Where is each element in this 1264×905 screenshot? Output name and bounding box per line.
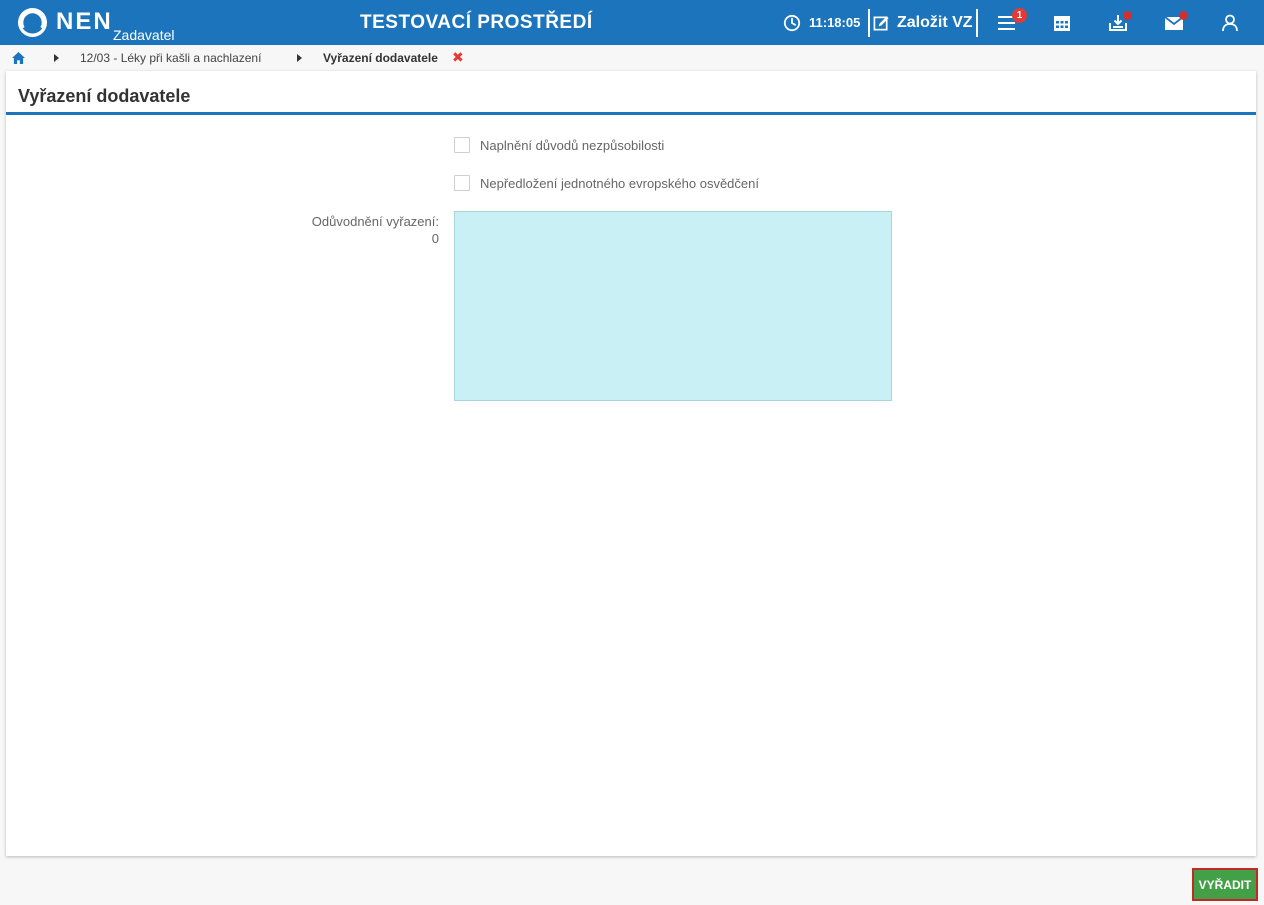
home-icon[interactable]: [12, 52, 25, 64]
brand-role: Zadavatel: [113, 27, 175, 43]
breadcrumb-item-contract[interactable]: 12/03 - Léky při kašli a nachlazení: [80, 51, 261, 65]
reason-character-count: 0: [431, 231, 439, 246]
edit-icon: [873, 15, 889, 30]
top-bar: NEN Zadavatel TESTOVACÍ PROSTŘEDÍ 11:18:…: [0, 0, 1264, 45]
calendar-icon: [1054, 16, 1070, 31]
calendar-button[interactable]: [1051, 12, 1073, 34]
create-contract-button[interactable]: Založit VZ: [873, 9, 973, 37]
user-icon: [1222, 14, 1238, 32]
reason-textarea[interactable]: [454, 211, 892, 401]
nen-logo-icon[interactable]: [17, 7, 48, 38]
exclude-button[interactable]: VYŘADIT: [1192, 868, 1258, 901]
checkbox-label: Naplnění důvodů nezpůsobilosti: [480, 137, 665, 153]
user-button[interactable]: [1219, 12, 1241, 34]
create-contract-label: Založit VZ: [897, 14, 973, 31]
clock-icon: [783, 14, 801, 32]
brand-name[interactable]: NEN: [56, 8, 113, 36]
environment-title: TESTOVACÍ PROSTŘEDÍ: [360, 12, 593, 33]
breadcrumb-separator-icon: [54, 54, 59, 62]
close-tab-icon[interactable]: ✖: [452, 49, 464, 65]
checkbox-label: Nepředložení jednotného evropského osvěd…: [480, 175, 759, 191]
toolbar-divider: [868, 9, 870, 37]
checkbox-espd-missing[interactable]: Nepředložení jednotného evropského osvěd…: [454, 174, 759, 192]
main-panel: Vyřazení dodavatele Naplnění důvodů nezp…: [6, 71, 1256, 856]
breadcrumb-separator-icon: [297, 54, 302, 62]
panel-header: Vyřazení dodavatele: [6, 71, 1256, 115]
inbox-alert-dot: [1123, 11, 1132, 20]
page-title: Vyřazení dodavatele: [18, 86, 191, 106]
reason-label: Odůvodnění vyřazení:: [311, 214, 439, 229]
session-clock: 11:18:05: [809, 15, 861, 30]
toolbar-divider: [976, 9, 978, 37]
checkbox-ineligibility[interactable]: Naplnění důvodů nezpůsobilosti: [454, 136, 664, 154]
mail-alert-dot: [1179, 11, 1188, 20]
breadcrumb-current: Vyřazení dodavatele: [323, 51, 438, 65]
checkbox-box[interactable]: [454, 137, 470, 153]
checkbox-box[interactable]: [454, 175, 470, 191]
breadcrumb: 12/03 - Léky při kašli a nachlazení Vyřa…: [0, 45, 1264, 71]
notification-badge: 1: [1012, 8, 1027, 23]
